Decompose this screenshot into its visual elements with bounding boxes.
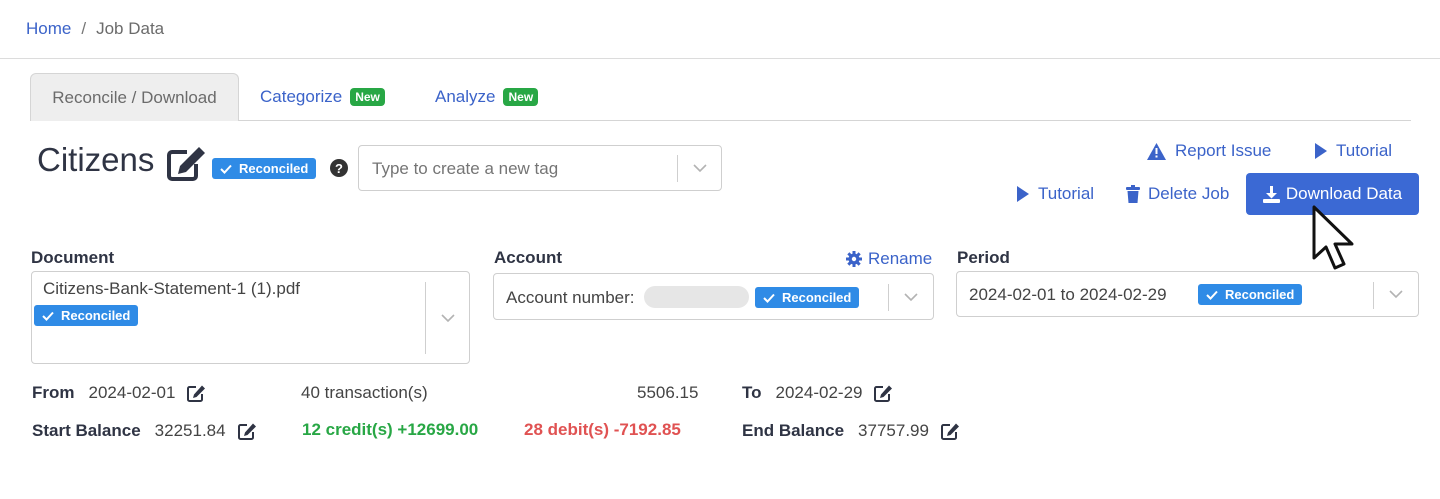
- tutorial-label: Tutorial: [1336, 141, 1393, 160]
- edit-icon[interactable]: [187, 385, 206, 402]
- chevron-down-icon[interactable]: [693, 164, 707, 173]
- job-title: Citizens: [37, 141, 155, 178]
- period-label: Period: [957, 248, 1010, 267]
- tab-analyze[interactable]: Analyze New: [435, 73, 539, 121]
- status-badge: Reconciled: [1198, 284, 1303, 305]
- check-icon: [1206, 290, 1218, 300]
- edit-title-icon[interactable]: [167, 145, 207, 181]
- select-divider: [888, 284, 889, 311]
- select-divider: [677, 155, 678, 182]
- end-balance-label: End Balance: [742, 421, 845, 440]
- document-label: Document: [31, 248, 115, 267]
- end-balance: End Balance 37757.99: [742, 421, 960, 441]
- rename-label: Rename: [868, 249, 933, 268]
- tag-input-placeholder: Type to create a new tag: [372, 159, 559, 178]
- account-value: Account number:: [506, 288, 635, 307]
- to-value: 2024-02-29: [775, 383, 863, 402]
- status-badge: Reconciled: [212, 158, 317, 179]
- end-balance-value: 37757.99: [858, 421, 929, 440]
- warning-icon: [1147, 142, 1166, 160]
- edit-icon[interactable]: [237, 423, 257, 440]
- from-value: 2024-02-01: [88, 383, 176, 402]
- breadcrumb-separator: /: [81, 19, 87, 38]
- select-divider: [425, 282, 426, 354]
- tab-reconcile-download[interactable]: Reconcile / Download: [30, 73, 239, 121]
- download-icon: [1262, 185, 1280, 203]
- play-icon: [1315, 143, 1327, 159]
- transaction-count: 40 transaction(s): [301, 383, 428, 402]
- tag-input[interactable]: Type to create a new tag: [358, 145, 722, 191]
- header-divider: [0, 58, 1440, 59]
- edit-icon[interactable]: [874, 385, 893, 402]
- status-badge: Reconciled: [755, 287, 860, 308]
- breadcrumb-current: Job Data: [96, 19, 165, 38]
- start-balance-value: 32251.84: [154, 421, 226, 440]
- tutorial-button[interactable]: Tutorial: [1016, 184, 1094, 204]
- account-label: Account: [494, 248, 562, 267]
- trash-icon: [1126, 185, 1140, 203]
- chevron-down-icon[interactable]: [1389, 290, 1403, 299]
- redacted-account-number: [644, 286, 749, 308]
- status-badge-label: Reconciled: [782, 290, 852, 305]
- edit-icon[interactable]: [940, 423, 960, 440]
- status-badge-label: Reconciled: [61, 308, 131, 323]
- start-balance-label: Start Balance: [32, 421, 141, 440]
- breadcrumb-home-link[interactable]: Home: [26, 19, 71, 39]
- breadcrumb: Home / Job Data: [26, 19, 164, 39]
- new-badge: New: [350, 88, 385, 106]
- status-badge-label: Reconciled: [1225, 287, 1295, 302]
- delete-job-label: Delete Job: [1148, 184, 1230, 203]
- net-amount: 5506.15: [637, 383, 699, 402]
- delete-job-button[interactable]: Delete Job: [1126, 184, 1229, 204]
- to-date: To 2024-02-29: [742, 383, 893, 403]
- new-badge: New: [503, 88, 539, 106]
- check-icon: [42, 311, 54, 321]
- status-badge-label: Reconciled: [239, 161, 309, 176]
- chevron-down-icon[interactable]: [441, 314, 455, 323]
- help-icon[interactable]: ?: [330, 159, 348, 177]
- report-issue-button[interactable]: Report Issue: [1146, 141, 1271, 161]
- to-label: To: [742, 383, 762, 402]
- start-balance: Start Balance 32251.84: [32, 421, 257, 441]
- tab-label: Categorize: [260, 87, 343, 106]
- from-label: From: [32, 383, 75, 402]
- tab-bar: Reconcile / Download Categorize New Anal…: [30, 73, 1411, 121]
- download-data-label: Download Data: [1285, 184, 1403, 203]
- tab-categorize[interactable]: Categorize New: [260, 73, 385, 121]
- check-icon: [763, 293, 775, 303]
- period-select[interactable]: 2024-02-01 to 2024-02-29 Reconciled: [956, 271, 1419, 317]
- status-badge: Reconciled: [34, 305, 139, 326]
- tab-label: Analyze: [435, 87, 496, 106]
- rename-account-button[interactable]: Rename: [846, 249, 932, 269]
- credits-summary: 12 credit(s) +12699.00: [302, 420, 479, 439]
- gear-icon: [846, 251, 862, 267]
- document-value: Citizens-Bank-Statement-1 (1).pdf: [43, 279, 300, 298]
- play-icon: [1017, 186, 1029, 202]
- tab-label: Reconcile / Download: [52, 87, 217, 107]
- mouse-cursor-icon: [1312, 205, 1354, 270]
- chevron-down-icon[interactable]: [904, 293, 918, 302]
- account-select[interactable]: Account number: Reconciled: [493, 273, 934, 320]
- document-select[interactable]: Citizens-Bank-Statement-1 (1).pdf Reconc…: [31, 271, 470, 364]
- tutorial-label: Tutorial: [1038, 184, 1095, 203]
- debits-summary: 28 debit(s) -7192.85: [524, 420, 681, 439]
- period-value: 2024-02-01 to 2024-02-29: [969, 285, 1167, 304]
- select-divider: [1373, 282, 1374, 309]
- check-icon: [220, 164, 232, 174]
- report-issue-label: Report Issue: [1175, 141, 1272, 160]
- from-date: From 2024-02-01: [32, 383, 206, 403]
- tutorial-button-top[interactable]: Tutorial: [1314, 141, 1392, 161]
